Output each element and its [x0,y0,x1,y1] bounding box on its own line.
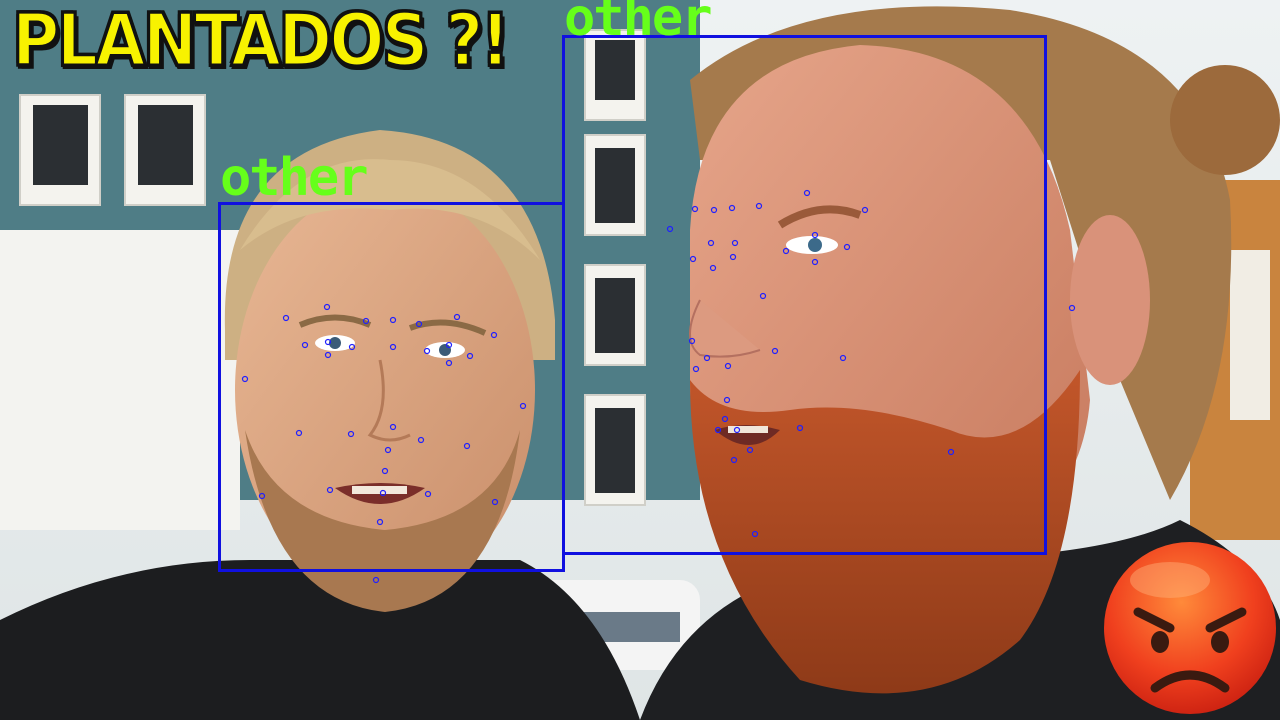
face-label: other [564,0,713,48]
thumbnail-title: PLANTADOS ?! [11,0,512,82]
face-bounding-box [218,202,565,572]
thumbnail: PLANTADOS ?! other other [0,0,1280,720]
angry-face-icon [1104,542,1276,714]
face-label: other [220,148,369,208]
face-bounding-box [562,35,1047,555]
